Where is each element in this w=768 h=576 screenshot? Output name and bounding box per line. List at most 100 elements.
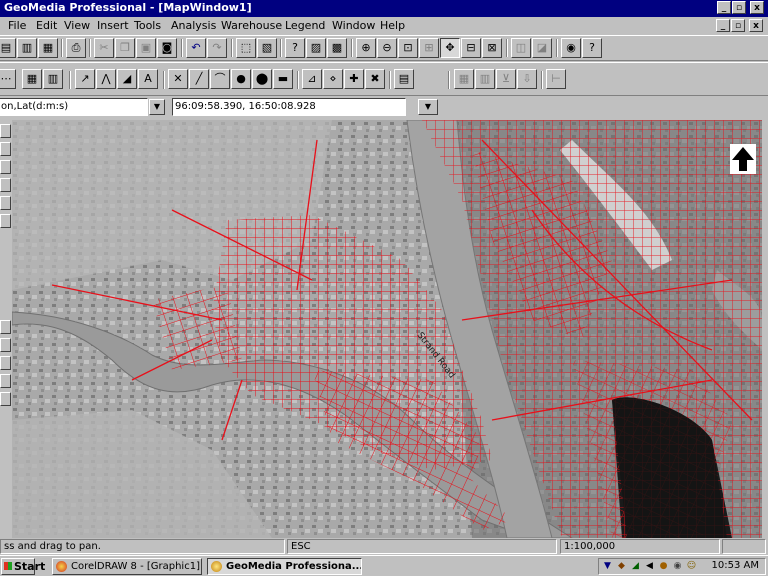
pan-icon[interactable]: ✥ bbox=[440, 38, 460, 58]
menu-help[interactable]: Help bbox=[380, 19, 405, 32]
mdi-close-button[interactable]: x bbox=[749, 19, 763, 32]
refresh-icon[interactable]: ◉ bbox=[561, 38, 581, 58]
map-properties-icon[interactable]: ▩ bbox=[327, 38, 347, 58]
minimize-button[interactable]: _ bbox=[717, 1, 731, 14]
geomedia-icon bbox=[211, 561, 222, 572]
paste-icon[interactable]: ▣ bbox=[136, 38, 156, 58]
dock-button[interactable] bbox=[0, 356, 11, 370]
coordinate-value-field[interactable]: 96:09:58.390, 16:50:08.928 bbox=[172, 98, 406, 116]
map-canvas[interactable]: Strand Road bbox=[12, 120, 762, 538]
cut-icon[interactable]: ✂ bbox=[94, 38, 114, 58]
whats-this-icon[interactable]: ? bbox=[285, 38, 305, 58]
tray-app-icon[interactable]: ◆ bbox=[616, 561, 627, 572]
network-icon[interactable]: ◢ bbox=[630, 561, 641, 572]
volume-icon[interactable]: ◀ bbox=[644, 561, 655, 572]
copy-map-icon[interactable]: ◙ bbox=[157, 38, 177, 58]
copy-icon[interactable]: ❐ bbox=[115, 38, 135, 58]
dock-button[interactable] bbox=[0, 142, 11, 156]
menu-view[interactable]: View bbox=[64, 19, 90, 32]
insert-vertex-icon[interactable]: ✚ bbox=[344, 69, 364, 89]
grid-icon[interactable]: ▥ bbox=[475, 69, 495, 89]
insert-symbol-icon[interactable]: ⬤ bbox=[252, 69, 272, 89]
start-button[interactable]: Start bbox=[1, 558, 45, 575]
standard-toolbar: ▤ ▥ ▦ ⎙ ✂ ❐ ▣ ◙ ↶ ↷ ⬚ ▧ ? ▨ ▩ ⊕ ⊖ ⊡ ⊞ ✥ … bbox=[0, 35, 768, 61]
clock[interactable]: 10:53 AM bbox=[712, 560, 759, 571]
menu-warehouse[interactable]: Warehouse bbox=[221, 19, 282, 32]
select-tool-icon[interactable]: ⬚ bbox=[236, 38, 256, 58]
vertex-icon[interactable]: ⋄ bbox=[323, 69, 343, 89]
tray-app2-icon[interactable]: ● bbox=[658, 561, 669, 572]
mdi-minimize-button[interactable]: _ bbox=[716, 19, 730, 32]
status-bar: ss and drag to pan. ESC 1:100,000 bbox=[0, 538, 768, 555]
redo-icon[interactable]: ↷ bbox=[207, 38, 227, 58]
coordinate-system-field[interactable]: on,Lat(d:m:s) bbox=[0, 98, 148, 116]
layer-snap-icon[interactable]: ▦ bbox=[22, 69, 42, 89]
delete-vertex-icon[interactable]: ✖ bbox=[365, 69, 385, 89]
menu-tools[interactable]: Tools bbox=[134, 19, 161, 32]
properties-icon[interactable]: ▨ bbox=[306, 38, 326, 58]
analyze-geometry-icon[interactable]: ⊿ bbox=[302, 69, 322, 89]
insert-area-icon[interactable]: ◢ bbox=[117, 69, 137, 89]
table-icon[interactable]: ▦ bbox=[454, 69, 474, 89]
sort-icon[interactable]: ⇩ bbox=[517, 69, 537, 89]
menu-edit[interactable]: Edit bbox=[36, 19, 57, 32]
help-pointer-icon[interactable]: ? bbox=[582, 38, 602, 58]
tray-app4-icon[interactable]: ☺ bbox=[686, 561, 697, 572]
snap-icon[interactable]: ⋯ bbox=[0, 69, 16, 89]
shield-icon[interactable]: ▼ bbox=[602, 561, 613, 572]
spatial-filter-icon[interactable]: ◫ bbox=[511, 38, 531, 58]
menu-window[interactable]: Window bbox=[332, 19, 375, 32]
coordinate-value-dropdown[interactable]: ▼ bbox=[418, 99, 438, 115]
zoom-previous-icon[interactable]: ⊟ bbox=[461, 38, 481, 58]
dock-button[interactable] bbox=[0, 196, 11, 210]
task-coreldraw[interactable]: CorelDRAW 8 - [Graphic1] bbox=[52, 558, 202, 575]
feature-snap-icon[interactable]: ▥ bbox=[43, 69, 63, 89]
menu-insert[interactable]: Insert bbox=[97, 19, 129, 32]
coordinate-system-dropdown[interactable]: ▼ bbox=[149, 99, 165, 115]
task-geomedia[interactable]: GeoMedia Professiona... bbox=[207, 558, 362, 575]
dock-button[interactable] bbox=[0, 320, 11, 334]
dock-button[interactable] bbox=[0, 124, 11, 138]
insert-point-icon[interactable]: ● bbox=[231, 69, 251, 89]
zoom-in-icon[interactable]: ⊕ bbox=[356, 38, 376, 58]
spatial-intersect-icon[interactable]: ◪ bbox=[532, 38, 552, 58]
title-bar[interactable]: GeoMedia Professional - [MapWindow1] _ ▫… bbox=[0, 0, 768, 17]
insert-line-icon[interactable]: ↗ bbox=[75, 69, 95, 89]
menu-legend[interactable]: Legend bbox=[285, 19, 325, 32]
insert-text-icon[interactable]: A bbox=[138, 69, 158, 89]
restore-button[interactable]: ▫ bbox=[732, 1, 746, 14]
insert-polyline-icon[interactable]: ⋀ bbox=[96, 69, 116, 89]
undo-icon[interactable]: ↶ bbox=[186, 38, 206, 58]
fit-selected-icon[interactable]: ⊞ bbox=[419, 38, 439, 58]
select-set-icon[interactable]: ▧ bbox=[257, 38, 277, 58]
open-geoworkspace-icon[interactable]: ▥ bbox=[17, 38, 37, 58]
system-tray: ▼ ◆ ◢ ◀ ● ◉ ☺ 10:53 AM bbox=[598, 558, 766, 575]
save-geoworkspace-icon[interactable]: ▦ bbox=[38, 38, 58, 58]
data-window-icon[interactable]: ▤ bbox=[394, 69, 414, 89]
mdi-restore-button[interactable]: ▫ bbox=[731, 19, 745, 32]
new-geoworkspace-icon[interactable]: ▤ bbox=[0, 38, 16, 58]
zoom-next-icon[interactable]: ⊠ bbox=[482, 38, 502, 58]
dock-button[interactable] bbox=[0, 160, 11, 174]
tray-app3-icon[interactable]: ◉ bbox=[672, 561, 683, 572]
arc-icon[interactable]: ⌒ bbox=[210, 69, 230, 89]
menu-file[interactable]: File bbox=[8, 19, 26, 32]
continue-geometry-icon[interactable]: ╱ bbox=[189, 69, 209, 89]
zoom-out-icon[interactable]: ⊖ bbox=[377, 38, 397, 58]
menu-analysis[interactable]: Analysis bbox=[171, 19, 216, 32]
dock-button[interactable] bbox=[0, 178, 11, 192]
split-icon[interactable]: ✕ bbox=[168, 69, 188, 89]
dock-button[interactable] bbox=[0, 214, 11, 228]
join-icon[interactable]: ⊢ bbox=[546, 69, 566, 89]
dock-button[interactable] bbox=[0, 338, 11, 352]
windows-taskbar: Start CorelDRAW 8 - [Graphic1] GeoMedia … bbox=[0, 555, 768, 576]
print-icon[interactable]: ⎙ bbox=[66, 38, 86, 58]
close-button[interactable]: x bbox=[750, 1, 764, 14]
filter-icon[interactable]: ⊻ bbox=[496, 69, 516, 89]
fit-all-icon[interactable]: ⊡ bbox=[398, 38, 418, 58]
task-label: CorelDRAW 8 - [Graphic1] bbox=[71, 561, 200, 572]
dock-button[interactable] bbox=[0, 392, 11, 406]
dock-button[interactable] bbox=[0, 374, 11, 388]
map-window[interactable]: Strand Road bbox=[12, 120, 762, 538]
edit-geometry-icon[interactable]: ▬ bbox=[273, 69, 293, 89]
